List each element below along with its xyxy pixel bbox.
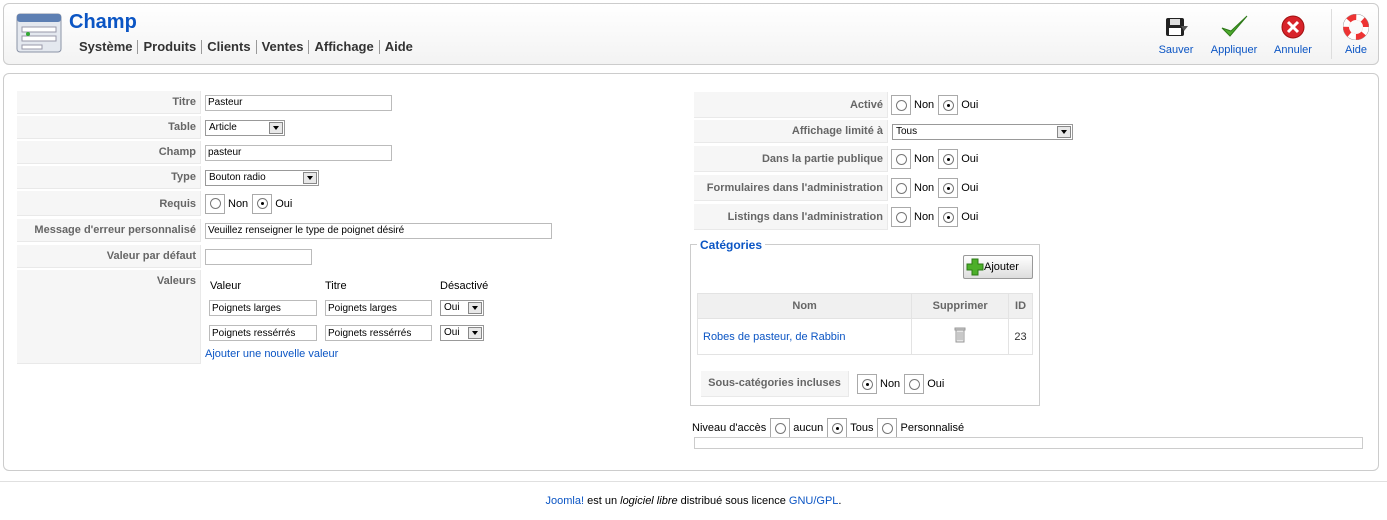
table-label: Table [17,116,201,139]
champ-label: Champ [17,141,201,164]
requis-radio-non[interactable] [205,193,225,214]
message-input[interactable] [205,222,552,239]
desactive-select[interactable]: Oui [440,300,484,316]
table-select[interactable]: Article [205,119,285,136]
titre-input[interactable] [205,94,392,111]
help-button[interactable]: Aide [1338,14,1374,56]
formulaires-label: Formulaires dans l'administration [694,175,888,201]
requis-label: Requis [17,191,201,216]
titre-value-input[interactable] [325,325,432,341]
public-label: Dans la partie publique [694,146,888,172]
gpl-link[interactable]: GNU/GPL [789,495,839,507]
menu-item-produits[interactable]: Produits [138,40,203,54]
access-level: Niveau d'accès aucun Tous Personnalisé [692,417,968,439]
active-radio-non[interactable] [891,95,911,115]
type-select[interactable]: Bouton radio [205,169,319,186]
check-icon [1221,15,1248,37]
categories-table: Nom Supprimer ID Robes de pasteur, de Ra… [696,293,1033,355]
requis-radio-oui[interactable] [252,193,273,214]
lifebuoy-icon [1343,14,1369,40]
add-category-button[interactable]: Ajouter [963,255,1033,279]
listings-label: Listings dans l'administration [694,204,888,230]
page-title: Champ [69,11,137,33]
chevron-down-icon [269,121,283,134]
save-button[interactable]: Sauver [1156,14,1196,56]
field-form-icon [16,13,62,53]
message-label: Message d'erreur personnalisé [17,219,201,242]
menu-item-ventes[interactable]: Ventes [257,40,310,54]
public-radio-oui[interactable] [938,149,959,169]
access-radio-personnalise[interactable] [877,418,898,438]
table-select-value: Article [209,121,237,133]
formulaires-radio-oui[interactable] [938,178,959,198]
cancel-icon [1281,15,1305,39]
valeur-input[interactable] [209,300,317,316]
desactive-select[interactable]: Oui [440,325,484,341]
trash-icon[interactable] [954,327,966,343]
chevron-down-icon [303,171,317,184]
menu-item-aide[interactable]: Aide [380,40,418,54]
menu-item-clients[interactable]: Clients [202,40,257,54]
menu-item-affichage[interactable]: Affichage [309,40,380,54]
menu-item-systeme[interactable]: Système [74,40,139,54]
access-label: Niveau d'accès [692,422,767,434]
desactive-select-value: Oui [444,302,460,313]
formulaires-radio-non[interactable] [891,178,911,198]
sub-radio-oui[interactable] [904,374,925,394]
chevron-down-icon [468,302,482,314]
access-radio-tous[interactable] [827,418,848,438]
joomla-link[interactable]: Joomla! [546,495,585,507]
categories-legend: Catégories [697,238,766,252]
champ-input[interactable] [205,144,392,161]
sous-categories-label: Sous-catégories incluses [701,371,849,397]
affichage-select[interactable]: Tous [892,123,1073,140]
floppy-disk-icon [1166,18,1188,36]
col-nom: Nom [696,293,913,319]
col-supprimer: Supprimer [911,293,1010,319]
defaut-label: Valeur par défaut [17,245,201,268]
valeur-input[interactable] [209,325,317,341]
col-id: ID [1008,293,1033,319]
header: Champ Système Produits Clients Ventes Af… [3,3,1379,65]
footer-divider [0,481,1387,482]
affichage-label: Affichage limité à [694,120,888,143]
type-label: Type [17,166,201,189]
category-link[interactable]: Robes de pasteur, de Rabbin [703,331,846,343]
footer: Joomla! est un logiciel libre distribué … [545,495,842,507]
category-id: 23 [1008,318,1033,355]
toolbar-separator [1331,9,1332,59]
add-value-link[interactable]: Ajouter une nouvelle valeur [205,348,338,360]
main-menu: Système Produits Clients Ventes Affichag… [74,40,418,54]
valeurs-header-desactive: Désactivé [440,280,489,292]
type-select-value: Bouton radio [209,171,266,183]
desactive-select-value: Oui [444,327,460,338]
titre-label: Titre [17,91,201,114]
cancel-button[interactable]: Annuler [1272,14,1314,56]
listings-radio-non[interactable] [891,207,911,227]
active-radio-oui[interactable] [938,95,959,115]
access-custom-box [694,437,1363,449]
plus-icon [966,258,984,276]
chevron-down-icon [468,327,482,339]
valeurs-label: Valeurs [17,270,201,364]
table-row: Robes de pasteur, de Rabbin 23 [696,318,1033,355]
apply-button[interactable]: Appliquer [1208,14,1260,56]
access-radio-aucun[interactable] [770,418,791,438]
sub-radio-non[interactable] [857,374,877,394]
valeurs-header-titre: Titre [325,280,347,292]
defaut-input[interactable] [205,248,312,265]
titre-value-input[interactable] [325,300,432,316]
affichage-select-value: Tous [896,125,918,137]
public-radio-non[interactable] [891,149,911,169]
chevron-down-icon [1057,125,1071,138]
active-label: Activé [694,92,888,118]
valeurs-header-valeur: Valeur [210,280,241,292]
listings-radio-oui[interactable] [938,207,959,227]
